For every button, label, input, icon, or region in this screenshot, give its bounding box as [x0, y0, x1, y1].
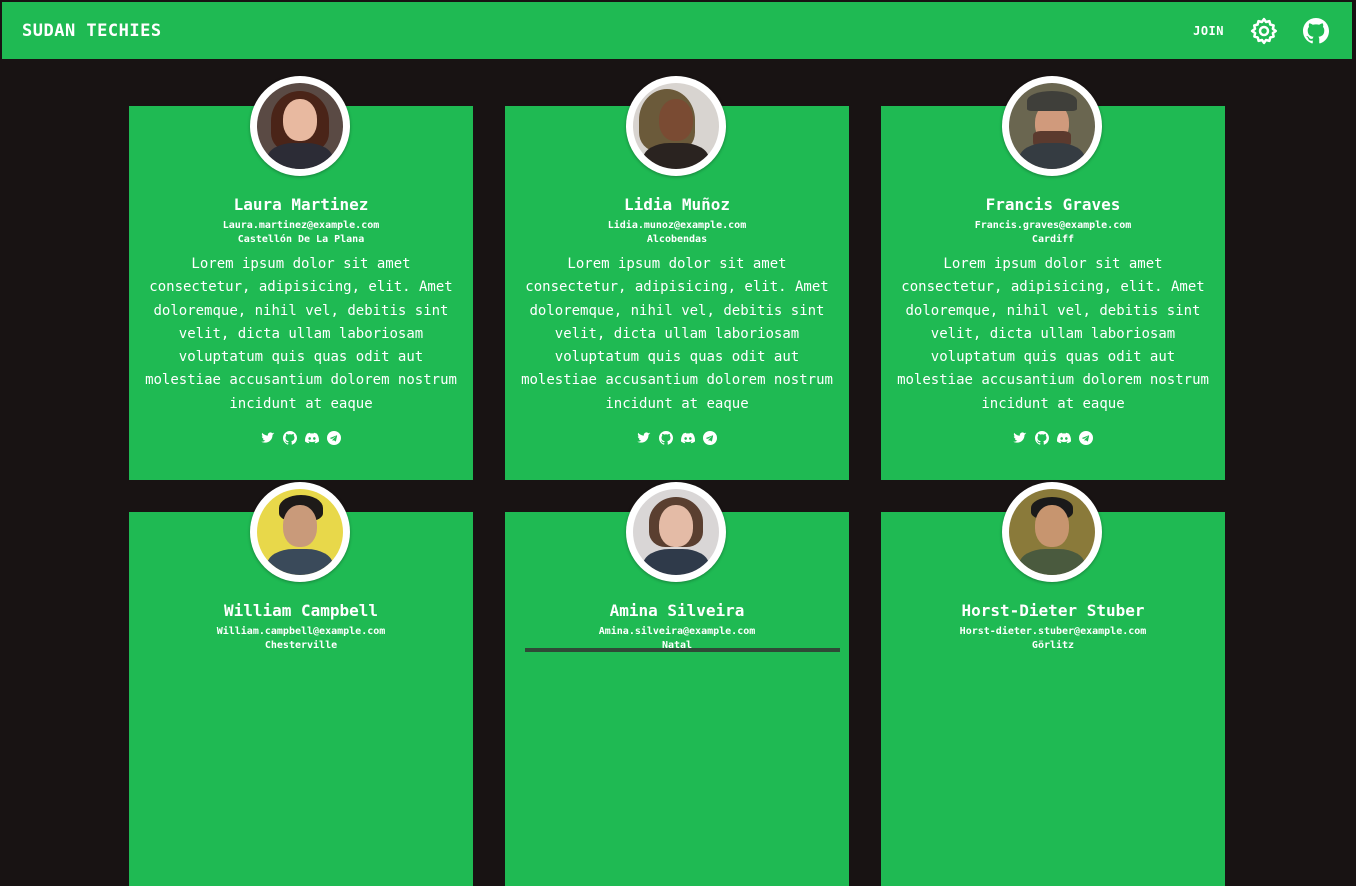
- member-email[interactable]: Lidia.munoz@example.com: [505, 219, 849, 233]
- gear-icon[interactable]: [1248, 15, 1280, 47]
- profile-card: Horst-Dieter Stuber Horst-dieter.stuber@…: [881, 482, 1225, 886]
- telegram-icon[interactable]: [702, 430, 718, 446]
- github-icon[interactable]: [658, 430, 674, 446]
- profile-card: William Campbell William.campbell@exampl…: [129, 482, 473, 886]
- member-city: Görlitz: [1031, 640, 1075, 651]
- member-bio: Lorem ipsum dolor sit amet consectetur, …: [145, 256, 457, 412]
- member-email[interactable]: Francis.graves@example.com: [881, 219, 1225, 233]
- avatar: [1002, 482, 1102, 582]
- twitter-icon[interactable]: [636, 430, 652, 446]
- discord-icon[interactable]: [680, 430, 696, 446]
- member-city: Chesterville: [264, 640, 338, 651]
- member-bio: Lorem ipsum dolor sit amet consectetur, …: [521, 256, 833, 412]
- discord-icon[interactable]: [304, 430, 320, 446]
- join-link[interactable]: JOIN: [1193, 24, 1224, 38]
- member-name: Lidia Muñoz: [624, 195, 730, 214]
- telegram-icon[interactable]: [326, 430, 342, 446]
- member-email[interactable]: Laura.martinez@example.com: [129, 219, 473, 233]
- brand-logo-text[interactable]: SUDAN TECHIES: [22, 21, 162, 41]
- social-links: [881, 430, 1225, 446]
- member-city: Alcobendas: [646, 234, 708, 245]
- github-icon[interactable]: [282, 430, 298, 446]
- profile-card: Laura Martinez Laura.martinez@example.co…: [129, 76, 473, 480]
- profile-card: Lidia Muñoz Lidia.munoz@example.com Alco…: [505, 76, 849, 480]
- top-navbar: SUDAN TECHIES JOIN: [2, 2, 1352, 59]
- github-icon[interactable]: [1300, 15, 1332, 47]
- member-bio: Lorem ipsum dolor sit amet consectetur, …: [897, 256, 1209, 412]
- profile-card: Francis Graves Francis.graves@example.co…: [881, 76, 1225, 480]
- member-email[interactable]: Amina.silveira@example.com: [505, 625, 849, 639]
- member-name: Francis Graves: [985, 195, 1121, 214]
- telegram-icon[interactable]: [1078, 430, 1094, 446]
- avatar: [250, 482, 350, 582]
- member-name: Horst-Dieter Stuber: [961, 601, 1145, 620]
- avatar: [1002, 76, 1102, 176]
- twitter-icon[interactable]: [1012, 430, 1028, 446]
- avatar: [250, 76, 350, 176]
- member-name: Amina Silveira: [609, 601, 745, 620]
- social-links: [505, 430, 849, 446]
- profile-card: Amina Silveira Amina.silveira@example.co…: [505, 482, 849, 886]
- twitter-icon[interactable]: [260, 430, 276, 446]
- social-links: [129, 430, 473, 446]
- avatar: [626, 76, 726, 176]
- avatar: [626, 482, 726, 582]
- member-email[interactable]: Horst-dieter.stuber@example.com: [881, 625, 1225, 639]
- overlay-strip: [525, 648, 840, 652]
- member-name: Laura Martinez: [233, 195, 369, 214]
- github-icon[interactable]: [1034, 430, 1050, 446]
- member-email[interactable]: William.campbell@example.com: [129, 625, 473, 639]
- discord-icon[interactable]: [1056, 430, 1072, 446]
- member-city: Cardiff: [1031, 234, 1075, 245]
- nav-actions: JOIN: [1193, 15, 1332, 47]
- member-name: William Campbell: [223, 601, 379, 620]
- member-city: Castellón De La Plana: [237, 234, 365, 245]
